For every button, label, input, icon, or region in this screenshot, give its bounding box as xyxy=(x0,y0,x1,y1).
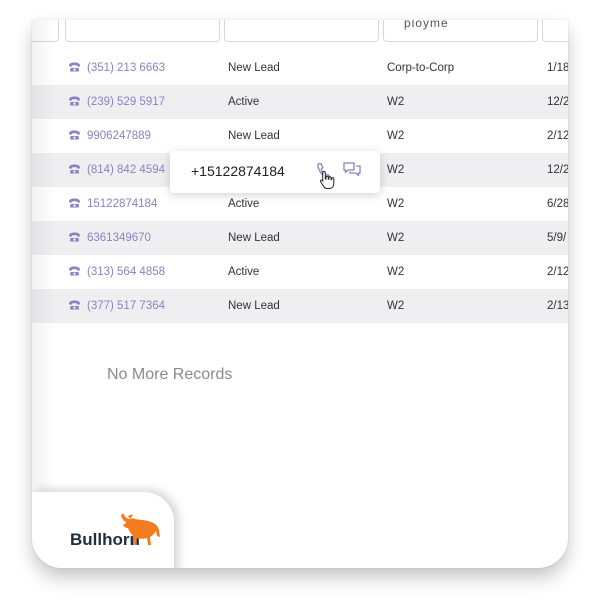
no-more-records-text: No More Records xyxy=(107,366,233,383)
phone-icon xyxy=(69,62,80,72)
status-cell: New Lead xyxy=(228,130,280,142)
phone-link[interactable]: (814) 842 4594 xyxy=(68,153,165,187)
phone-icon xyxy=(69,232,80,242)
employment-type-cell: W2 xyxy=(387,96,405,108)
records-panel: ployme (351) 213 6663 New Lead Corp-to-C… xyxy=(32,20,568,568)
table-row[interactable]: (239) 529 5917 Active W2 12/2 xyxy=(32,85,568,119)
phone-icon xyxy=(69,130,80,140)
date-cell: 2/12 xyxy=(547,266,568,278)
phone-icon xyxy=(69,300,80,310)
header-cell-phone[interactable] xyxy=(65,20,220,42)
phone-link[interactable]: 15122874184 xyxy=(68,187,157,221)
table-row[interactable]: (377) 517 7364 New Lead W2 2/13 xyxy=(32,289,568,323)
header-cell-status[interactable] xyxy=(224,20,379,42)
phone-link[interactable]: (377) 517 7364 xyxy=(68,289,165,323)
date-cell: 12/2 xyxy=(547,96,568,108)
table-row[interactable]: (351) 213 6663 New Lead Corp-to-Corp 1/1… xyxy=(32,51,568,85)
employment-type-cell: W2 xyxy=(387,130,405,142)
header-cell-employment-type[interactable]: ployme xyxy=(383,20,538,42)
hand-cursor-icon xyxy=(319,170,335,189)
table-row[interactable]: 9906247889 New Lead W2 2/12 xyxy=(32,119,568,153)
date-cell: 5/9/ xyxy=(547,232,567,244)
phone-popup: +15122874184 xyxy=(170,151,380,193)
employment-type-cell: W2 xyxy=(387,198,405,210)
table-row[interactable]: (313) 564 4858 Active W2 2/12 xyxy=(32,255,568,289)
phone-link[interactable]: (351) 213 6663 xyxy=(68,51,165,85)
phone-link[interactable]: 9906247889 xyxy=(68,119,151,153)
status-cell: New Lead xyxy=(228,62,280,74)
chat-icon[interactable] xyxy=(342,161,362,179)
header-cell-0[interactable] xyxy=(32,20,59,42)
phone-icon xyxy=(69,198,80,208)
header-cell-date[interactable] xyxy=(542,20,568,42)
popup-phone-number: +15122874184 xyxy=(191,163,285,179)
status-cell: New Lead xyxy=(228,232,280,244)
date-cell: 6/28 xyxy=(547,198,568,210)
date-cell: 12/2 xyxy=(547,164,568,176)
phone-icon xyxy=(69,164,80,174)
employment-type-cell: W2 xyxy=(387,164,405,176)
employment-type-cell: W2 xyxy=(387,300,405,312)
employment-type-cell: W2 xyxy=(387,266,405,278)
phone-icon xyxy=(69,266,80,276)
employment-type-cell: Corp-to-Corp xyxy=(387,62,455,74)
phone-link[interactable]: (313) 564 4858 xyxy=(68,255,165,289)
phone-link[interactable]: 6361349670 xyxy=(68,221,151,255)
date-cell: 1/18 xyxy=(547,62,568,74)
date-cell: 2/13 xyxy=(547,300,568,312)
date-cell: 2/12 xyxy=(547,130,568,142)
status-cell: Active xyxy=(228,96,260,108)
status-cell: Active xyxy=(228,266,260,278)
phone-icon xyxy=(69,96,80,106)
employment-type-cell: W2 xyxy=(387,232,405,244)
table-row[interactable]: 6361349670 New Lead W2 5/9/ xyxy=(32,221,568,255)
phone-link[interactable]: (239) 529 5917 xyxy=(68,85,165,119)
status-cell: New Lead xyxy=(228,300,280,312)
brand-tab: Bullhorn xyxy=(32,492,174,568)
bull-logo-icon xyxy=(121,513,160,545)
table-header: ployme xyxy=(32,20,568,44)
